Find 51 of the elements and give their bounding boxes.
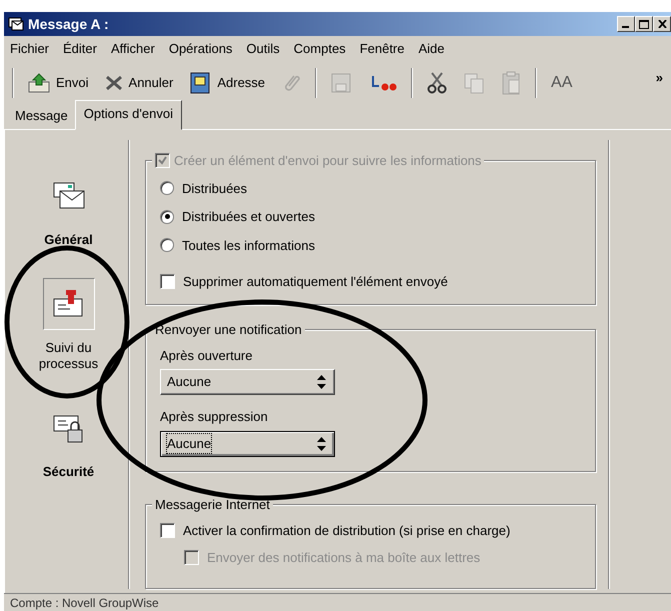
address-book-icon [189,72,212,94]
menu-item[interactable]: Fichier [10,39,50,58]
menu-item[interactable]: Aide [418,39,445,58]
checkbox-label: Supprimer automatiquement l'élément envoyé [183,273,448,291]
checkbox-label: Envoyer des notifications à ma boîte aux lettres [207,549,480,567]
toolbar-button[interactable]: Adresse [187,70,268,96]
menu-item[interactable]: Éditer [63,39,97,58]
status-text: Compte : Novell GroupWise [10,594,159,611]
sidebar-item[interactable]: Sécurité [28,402,108,480]
updown-icon [317,375,326,389]
maximize-icon [639,20,649,28]
field-label: Après ouverture [160,346,254,365]
group-title: Messagerie Internet [155,496,270,514]
cancel-icon [104,74,123,90]
menu-item[interactable]: Outils [246,39,280,58]
toolbar-button[interactable]: Envoi [26,70,91,94]
send-icon [28,72,50,92]
radio-label: Distribuées et ouvertes [182,208,315,226]
checkbox[interactable] [160,522,175,538]
menu-item[interactable]: Opérations [168,39,232,58]
scissors-icon [427,72,448,94]
envelope-icon [8,17,24,31]
checkbox-label: Créer un élément d'envoi pour suivre les informations [174,152,482,170]
checkbox-label: Activer la confirmation de distribution (si prise en charge) [183,522,510,540]
checkmark-icon [158,156,167,165]
menu-item[interactable]: Fenêtre [360,39,404,58]
minimize-button[interactable] [617,16,635,32]
toolbar-button[interactable] [425,70,450,96]
radio-label: Distribuées [182,180,248,198]
dropdown[interactable]: Aucune [160,369,335,395]
field-label: Après suppression [160,408,269,426]
menu-item[interactable]: Afficher [110,39,155,58]
updown-icon [317,436,326,450]
menu-item[interactable]: Comptes [294,39,346,58]
save-icon [331,72,352,92]
close-icon [658,20,666,28]
tab[interactable]: Options d'envoi [74,100,182,130]
mailbox-icon [52,288,86,319]
dropdown[interactable]: Aucune [160,430,335,456]
envelope-icon [52,180,86,210]
overflow-chevron[interactable]: » [656,68,663,87]
maximize-button[interactable] [635,16,653,32]
window-title: Message A : [28,14,109,34]
sidebar-item[interactable]: Suivi du processus [28,278,108,372]
copy-icon [463,72,486,94]
radio-label: Toutes les informations [182,236,315,254]
paste-icon [501,70,522,94]
sidebar-item[interactable]: Général [28,170,108,248]
font-size-button[interactable]: AA [549,68,574,96]
close-button[interactable] [653,16,671,32]
toolbar-button[interactable]: Annuler [102,70,176,94]
